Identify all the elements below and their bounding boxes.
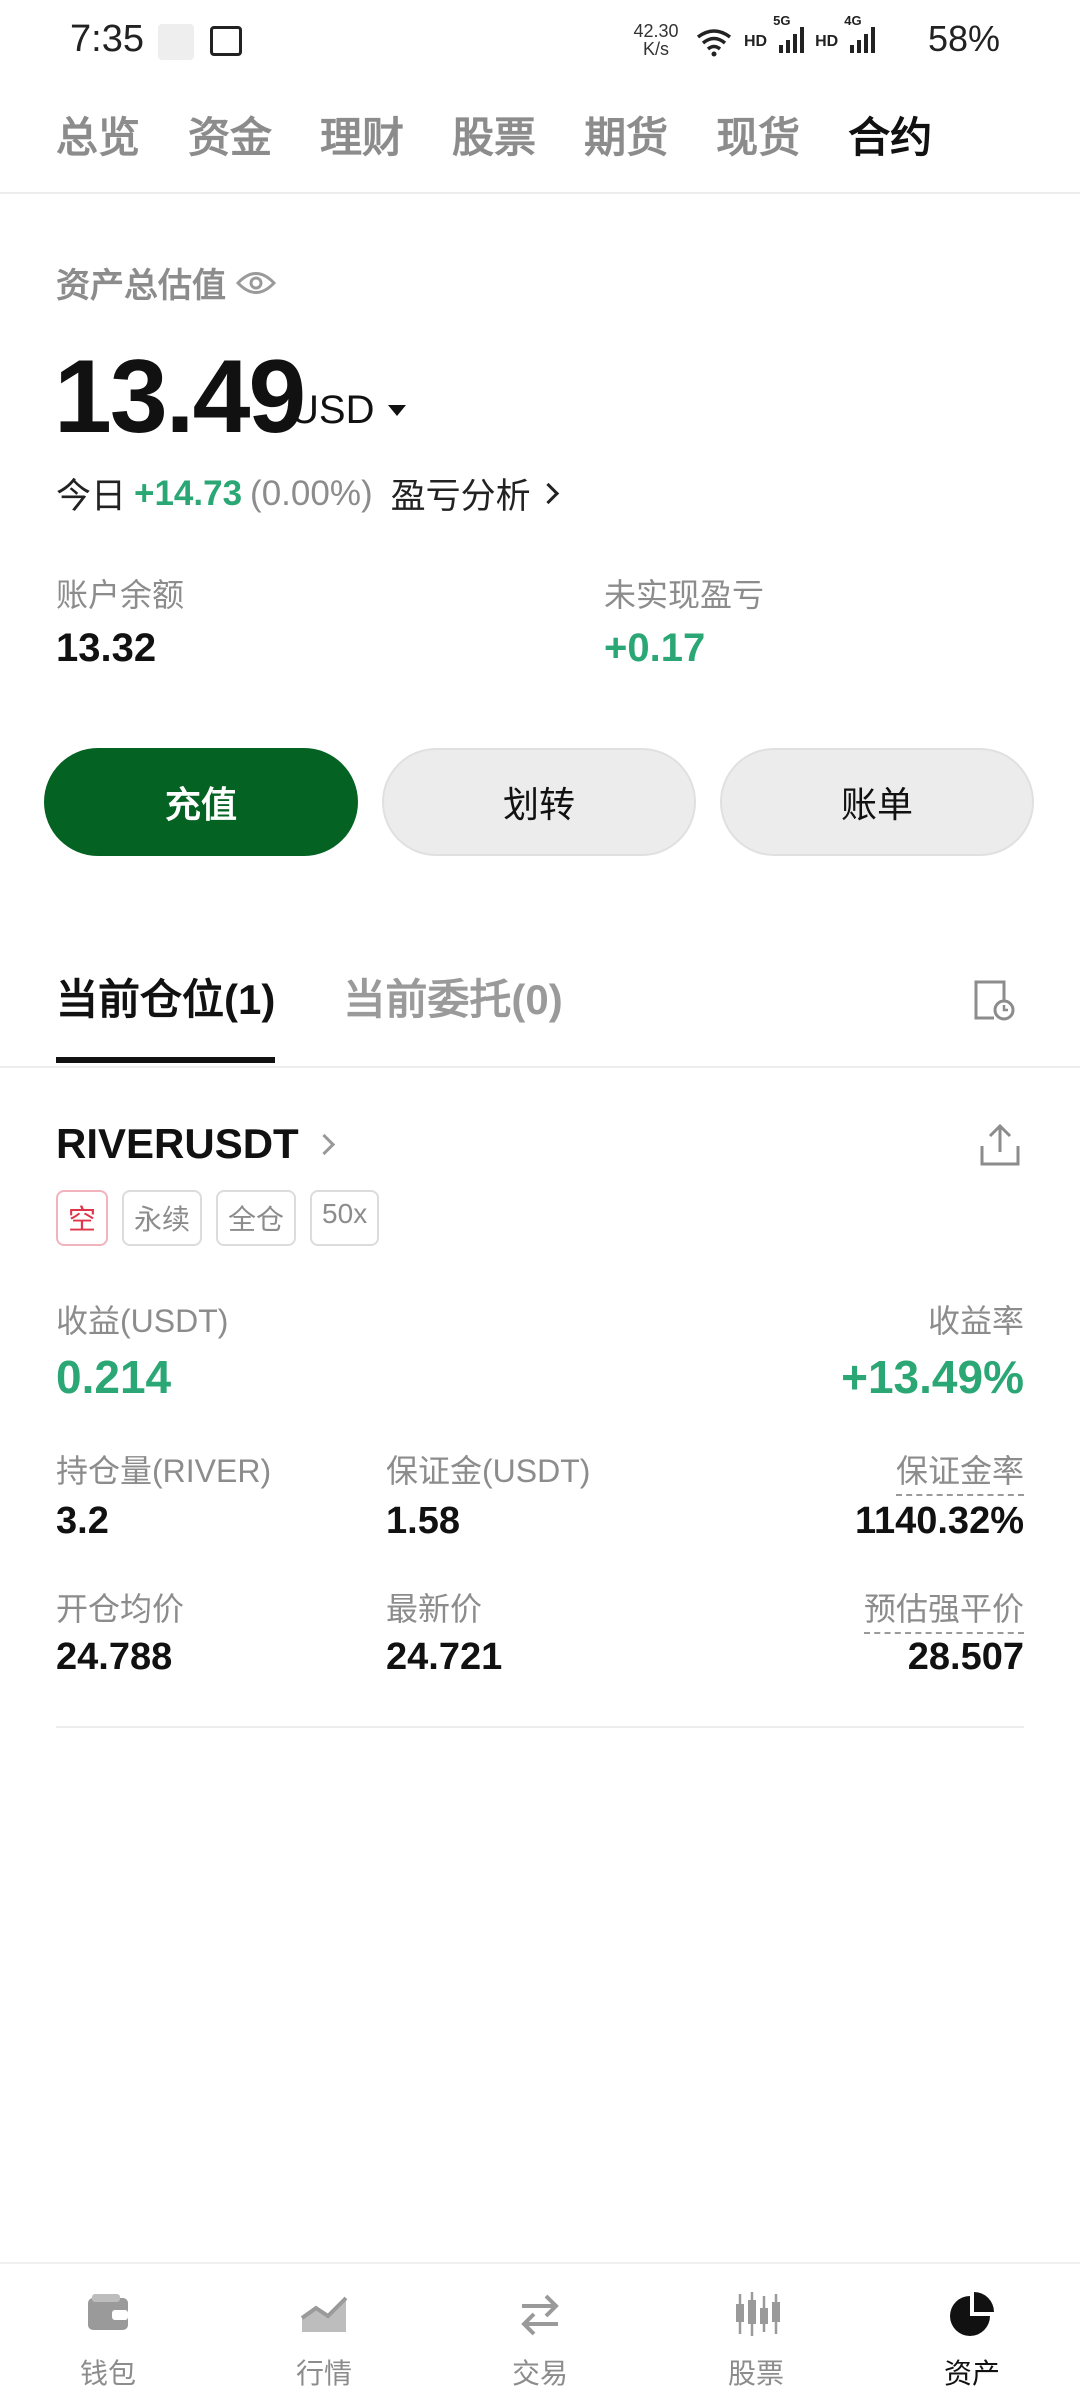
gallery-icon bbox=[210, 26, 242, 56]
position-symbol-text: RIVERUSDT bbox=[56, 1120, 299, 1167]
nav-assets-label: 资产 bbox=[943, 2358, 1000, 2389]
history-icon[interactable] bbox=[972, 978, 1016, 1022]
nav-trade-label: 交易 bbox=[511, 2358, 568, 2389]
tab-earn[interactable]: 理财 bbox=[320, 100, 404, 176]
tab-funds[interactable]: 资金 bbox=[188, 100, 272, 176]
hd-label-1: HD bbox=[744, 33, 768, 50]
signal-bars-icon bbox=[848, 26, 876, 53]
status-bar: 7:35 42.30 K/s HD 5G HD 4G 58% bbox=[0, 0, 1080, 84]
tab-current-positions-count: (1) bbox=[224, 976, 276, 1023]
entry-price-value: 24.788 bbox=[56, 1636, 173, 1678]
nav-wallet[interactable]: 钱包 bbox=[0, 2264, 216, 2402]
balance-label: 账户余额 bbox=[56, 577, 185, 613]
divider bbox=[0, 1066, 1080, 1068]
nav-stocks-label: 股票 bbox=[727, 2358, 784, 2389]
unrealized-pnl-label: 未实现盈亏 bbox=[604, 577, 765, 613]
currency-selector[interactable]: USD bbox=[290, 388, 407, 433]
net-type-1: 5G bbox=[773, 12, 791, 28]
roi-label: 收益率 bbox=[927, 1303, 1024, 1339]
divider bbox=[0, 192, 1080, 194]
tab-spot[interactable]: 现货 bbox=[716, 100, 800, 176]
pnl-analysis-label: 盈亏分析 bbox=[390, 477, 531, 516]
chevron-right-icon bbox=[537, 482, 559, 505]
tag-leverage: 50x bbox=[310, 1190, 380, 1246]
position-tabs: 当前仓位(1) 当前委托(0) bbox=[56, 966, 563, 1063]
hd-label-2: HD bbox=[815, 33, 839, 50]
tab-current-positions-label: 当前仓位 bbox=[56, 976, 225, 1023]
margin-value: 1.58 bbox=[386, 1500, 460, 1542]
entry-price-label: 开仓均价 bbox=[56, 1591, 185, 1627]
signal-bars-icon bbox=[777, 26, 805, 53]
wallet-icon bbox=[88, 2294, 128, 2330]
balance-value: 13.32 bbox=[56, 626, 157, 670]
tag-short: 空 bbox=[56, 1190, 109, 1246]
margin-ratio-value: 1140.32% bbox=[854, 1500, 1024, 1542]
battery-level: 58% bbox=[928, 18, 1001, 59]
share-icon[interactable] bbox=[978, 1122, 1022, 1168]
tab-current-positions[interactable]: 当前仓位(1) bbox=[56, 966, 276, 1063]
network-speed: 42.30 K/s bbox=[626, 22, 686, 58]
caret-down-icon bbox=[388, 405, 407, 416]
position-tags: 空 永续 全仓 50x bbox=[56, 1190, 380, 1246]
size-label: 持仓量(RIVER) bbox=[56, 1453, 272, 1489]
tab-futures[interactable]: 期货 bbox=[584, 100, 668, 176]
today-label: 今日 bbox=[56, 477, 127, 516]
notification-icon bbox=[158, 24, 194, 60]
net-type-2: 4G bbox=[844, 12, 862, 28]
wifi-icon bbox=[696, 29, 732, 57]
tag-perpetual: 永续 bbox=[122, 1190, 203, 1246]
nav-trade[interactable]: 交易 bbox=[432, 2264, 648, 2402]
network-speed-value: 42.30 bbox=[633, 21, 679, 41]
size-value: 3.2 bbox=[56, 1500, 109, 1542]
liquidation-price-value: 28.507 bbox=[907, 1636, 1024, 1678]
transfer-button[interactable]: 划转 bbox=[382, 748, 696, 856]
account-tabs: 总览 资金 理财 股票 期货 现货 合约 bbox=[56, 100, 932, 176]
network-speed-unit: K/s bbox=[642, 39, 669, 59]
nav-market[interactable]: 行情 bbox=[216, 2264, 432, 2402]
pnl-label: 收益(USDT) bbox=[56, 1303, 229, 1339]
today-pnl-row: 今日 +14.73 (0.00%) 盈亏分析 bbox=[56, 468, 559, 519]
total-assets-label-text: 资产总估值 bbox=[56, 267, 226, 305]
nav-stocks[interactable]: 股票 bbox=[648, 2264, 864, 2402]
tab-stocks[interactable]: 股票 bbox=[452, 100, 536, 176]
eye-icon[interactable] bbox=[236, 270, 276, 296]
signal-4g: 4G bbox=[844, 13, 876, 58]
tab-open-orders[interactable]: 当前委托(0) bbox=[343, 966, 562, 1057]
pnl-analysis-link[interactable]: 盈亏分析 bbox=[390, 468, 559, 519]
tab-open-orders-label: 当前委托 bbox=[343, 976, 512, 1023]
status-time: 7:35 bbox=[70, 18, 144, 60]
nav-assets[interactable]: 资产 bbox=[864, 2264, 1080, 2402]
today-pnl-percent: (0.00%) bbox=[250, 473, 373, 513]
stock-candles-icon bbox=[736, 2292, 780, 2336]
bill-button[interactable]: 账单 bbox=[720, 748, 1034, 856]
tab-contracts[interactable]: 合约 bbox=[848, 100, 932, 176]
chevron-right-icon bbox=[313, 1133, 335, 1155]
status-icons: HD 5G HD 4G bbox=[694, 13, 876, 62]
signal-5g: 5G bbox=[773, 13, 805, 58]
deposit-button[interactable]: 充值 bbox=[44, 748, 358, 856]
divider bbox=[56, 1726, 1024, 1728]
market-chart-icon bbox=[300, 2296, 348, 2332]
position-symbol[interactable]: RIVERUSDT bbox=[56, 1120, 335, 1168]
margin-label: 保证金(USDT) bbox=[386, 1453, 591, 1489]
last-price-label: 最新价 bbox=[386, 1591, 483, 1627]
total-assets-value: 13.49 bbox=[54, 339, 306, 455]
bottom-nav: 钱包 行情 交易 股票 资产 bbox=[0, 2262, 1080, 2402]
currency-label: USD bbox=[290, 388, 375, 432]
tab-open-orders-count: (0) bbox=[511, 976, 563, 1023]
margin-ratio-label[interactable]: 保证金率 bbox=[895, 1446, 1024, 1496]
trade-arrows-icon bbox=[521, 2294, 559, 2336]
today-pnl-value: +14.73 bbox=[134, 473, 243, 513]
assets-pie-icon bbox=[950, 2292, 994, 2336]
tag-cross-margin: 全仓 bbox=[216, 1190, 297, 1246]
nav-wallet-label: 钱包 bbox=[79, 2358, 136, 2389]
total-assets-label: 资产总估值 bbox=[56, 258, 276, 307]
unrealized-pnl-value: +0.17 bbox=[604, 626, 706, 670]
pnl-value: 0.214 bbox=[56, 1351, 172, 1403]
liquidation-price-label[interactable]: 预估强平价 bbox=[863, 1584, 1024, 1634]
last-price-value: 24.721 bbox=[386, 1636, 503, 1678]
roi-value: +13.49% bbox=[841, 1351, 1024, 1403]
nav-market-label: 行情 bbox=[295, 2358, 352, 2389]
tab-overview[interactable]: 总览 bbox=[56, 100, 140, 176]
